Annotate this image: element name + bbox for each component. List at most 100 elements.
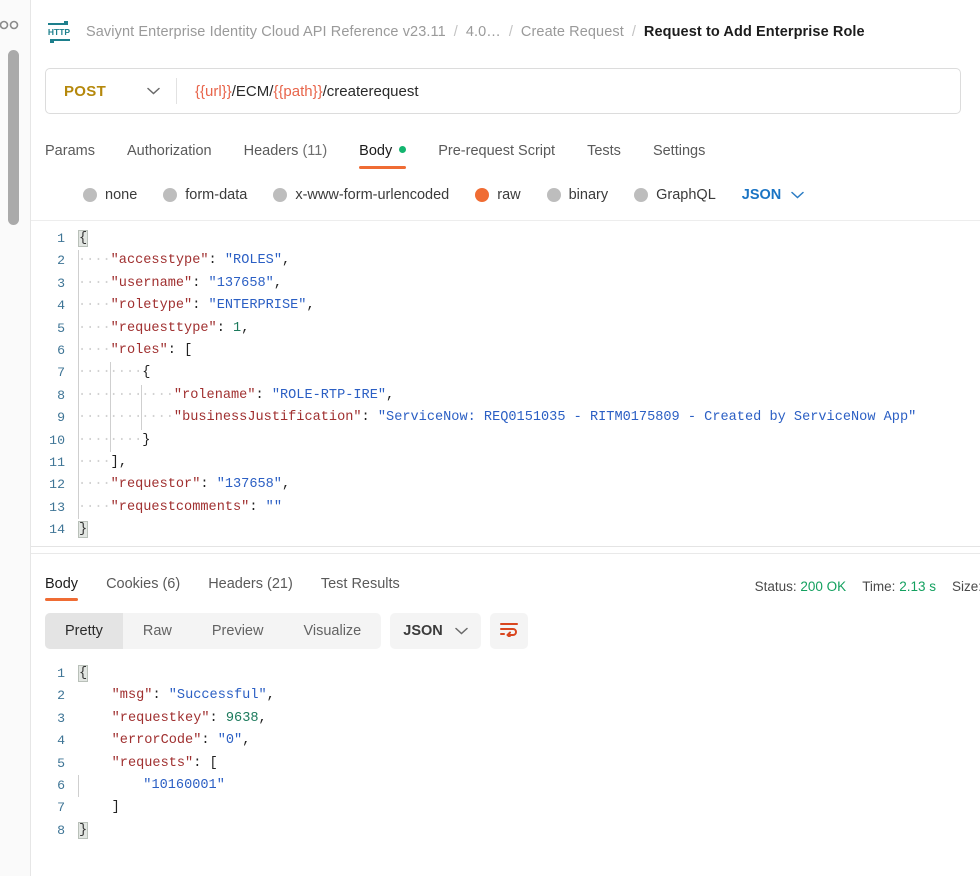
- http-method-selector[interactable]: POST: [46, 69, 176, 113]
- code-token: :: [200, 477, 217, 493]
- code-text: ········}: [78, 429, 150, 452]
- body-type-x-www-form-urlencoded[interactable]: x-www-form-urlencoded: [273, 187, 449, 203]
- radio-icon: [546, 188, 561, 202]
- breadcrumb-item-2[interactable]: Create Request: [521, 24, 624, 40]
- view-visualize[interactable]: Visualize: [283, 613, 381, 649]
- url-variable-path: {{path}}: [273, 82, 323, 100]
- chevron-down-icon: [455, 622, 468, 640]
- code-line: 14}: [31, 519, 980, 541]
- code-token: ,: [281, 477, 291, 493]
- url-input[interactable]: {{url}}/ECM/{{path}}/createrequest: [177, 83, 419, 100]
- line-number: 14: [49, 522, 65, 538]
- body-type-binary[interactable]: binary: [546, 187, 608, 203]
- code-token: "accesstype": [110, 253, 209, 269]
- status-value: 200 OK: [800, 579, 847, 594]
- body-type-label: GraphQL: [656, 187, 716, 203]
- code-token: "roletype": [110, 298, 193, 314]
- body-type-label: raw: [497, 187, 521, 203]
- code-token: "requestcomments": [110, 499, 250, 515]
- view-pretty[interactable]: Pretty: [45, 613, 123, 649]
- truncated-rail-icon: [0, 18, 22, 32]
- response-toolbar: Pretty Raw Preview Visualize JSON: [45, 613, 980, 649]
- response-code-area[interactable]: 1{2 "msg": "Successful", 3 "requestkey": …: [31, 663, 980, 842]
- indent-dots: ····: [78, 499, 111, 515]
- line-number: 6: [57, 342, 65, 358]
- vertical-scrollbar[interactable]: [8, 50, 19, 225]
- tab-authorization[interactable]: Authorization: [111, 143, 228, 169]
- tab-tests[interactable]: Tests: [571, 143, 637, 169]
- code-text: ········{: [78, 362, 150, 385]
- code-token: :: [249, 499, 266, 515]
- body-type-form-data[interactable]: form-data: [163, 187, 247, 203]
- tab-label: Params: [45, 143, 95, 159]
- code-token: {: [77, 665, 89, 682]
- code-token: "137658": [216, 477, 282, 493]
- response-tab-cookies[interactable]: Cookies (6): [92, 576, 194, 601]
- tab-pre-request-script[interactable]: Pre-request Script: [422, 143, 571, 169]
- code-line: 4 "errorCode": "0",: [31, 730, 980, 752]
- panel-divider: [31, 546, 980, 547]
- indent-dots: ····: [109, 432, 143, 448]
- word-wrap-button[interactable]: [489, 613, 528, 649]
- tab-label: Pre-request Script: [438, 143, 556, 159]
- code-text: }: [77, 519, 89, 541]
- radio-icon-selected: [475, 188, 490, 202]
- code-token: :: [152, 688, 169, 704]
- response-tab-body[interactable]: Body: [45, 576, 92, 601]
- tab-label: Authorization: [126, 143, 212, 159]
- breadcrumb-item-1[interactable]: 4.0…: [466, 24, 501, 40]
- view-raw[interactable]: Raw: [123, 613, 192, 649]
- body-type-raw[interactable]: raw: [475, 187, 521, 203]
- response-tab-headers[interactable]: Headers (21): [194, 576, 307, 601]
- breadcrumb: HTTP Saviynt Enterprise Identity Cloud A…: [31, 0, 980, 64]
- tab-body[interactable]: Body: [343, 143, 422, 169]
- body-format-label: JSON: [741, 187, 782, 203]
- indent-dots: ····: [109, 387, 143, 403]
- code-token: ,: [273, 275, 282, 291]
- code-token: "requestor": [110, 477, 201, 493]
- time-label: Time:: [862, 579, 896, 594]
- response-tab-test-results[interactable]: Test Results: [307, 576, 414, 601]
- breadcrumb-separator: /: [631, 24, 636, 40]
- code-token: }: [77, 821, 89, 839]
- request-body-editor[interactable]: 1{2 ····"accesstype": "ROLES", 3 ····"usern…: [31, 220, 980, 542]
- tab-settings[interactable]: Settings: [637, 143, 721, 169]
- code-line: 4 ····"roletype": "ENTERPRISE",: [31, 295, 980, 318]
- breadcrumb-item-0[interactable]: Saviynt Enterprise Identity Cloud API Re…: [86, 24, 446, 40]
- request-code-area[interactable]: 1{2 ····"accesstype": "ROLES", 3 ····"usern…: [31, 228, 980, 541]
- body-format-selector[interactable]: JSON: [742, 186, 805, 204]
- body-type-none[interactable]: none: [83, 187, 137, 203]
- indent-dots: ····: [78, 477, 111, 493]
- code-line: 5 ····"requesttype": 1,: [31, 317, 980, 340]
- tab-label: Test Results: [320, 576, 400, 592]
- http-method-label: POST: [64, 82, 107, 100]
- body-type-graphql[interactable]: GraphQL: [634, 187, 716, 203]
- code-token: ,: [306, 298, 315, 314]
- code-line: 9 ············"businessJustification": "S…: [31, 407, 980, 430]
- breadcrumb-separator: /: [453, 24, 458, 40]
- indent-dots: ····: [78, 454, 111, 470]
- line-number: 5: [57, 755, 65, 771]
- line-number: 3: [57, 710, 65, 726]
- code-token: "ROLES": [224, 253, 282, 269]
- code-line: 5 "requests": [: [31, 753, 980, 775]
- tab-headers[interactable]: Headers (11): [228, 143, 344, 169]
- body-type-label: none: [105, 187, 138, 203]
- indent-dots: ····: [109, 365, 143, 381]
- tab-label: Body: [45, 576, 79, 592]
- view-preview[interactable]: Preview: [192, 613, 284, 649]
- indent-dots: ····: [78, 253, 111, 269]
- response-meta: Status: 200 OK Time: 2.13 s Size:: [755, 579, 980, 594]
- code-line: 1{: [31, 663, 980, 685]
- code-text: ············"businessJustification": "Se…: [78, 407, 916, 430]
- code-text: ····],: [78, 451, 127, 475]
- line-number: 5: [57, 320, 65, 336]
- tab-params[interactable]: Params: [45, 143, 111, 169]
- code-line: 1{: [31, 228, 980, 250]
- code-token: "businessJustification": [173, 410, 362, 426]
- response-body-editor[interactable]: 1{2 "msg": "Successful", 3 "requestkey": …: [31, 663, 980, 853]
- code-token: "errorCode": [111, 733, 202, 749]
- code-token: :: [255, 387, 272, 403]
- response-format-selector[interactable]: JSON: [390, 613, 481, 649]
